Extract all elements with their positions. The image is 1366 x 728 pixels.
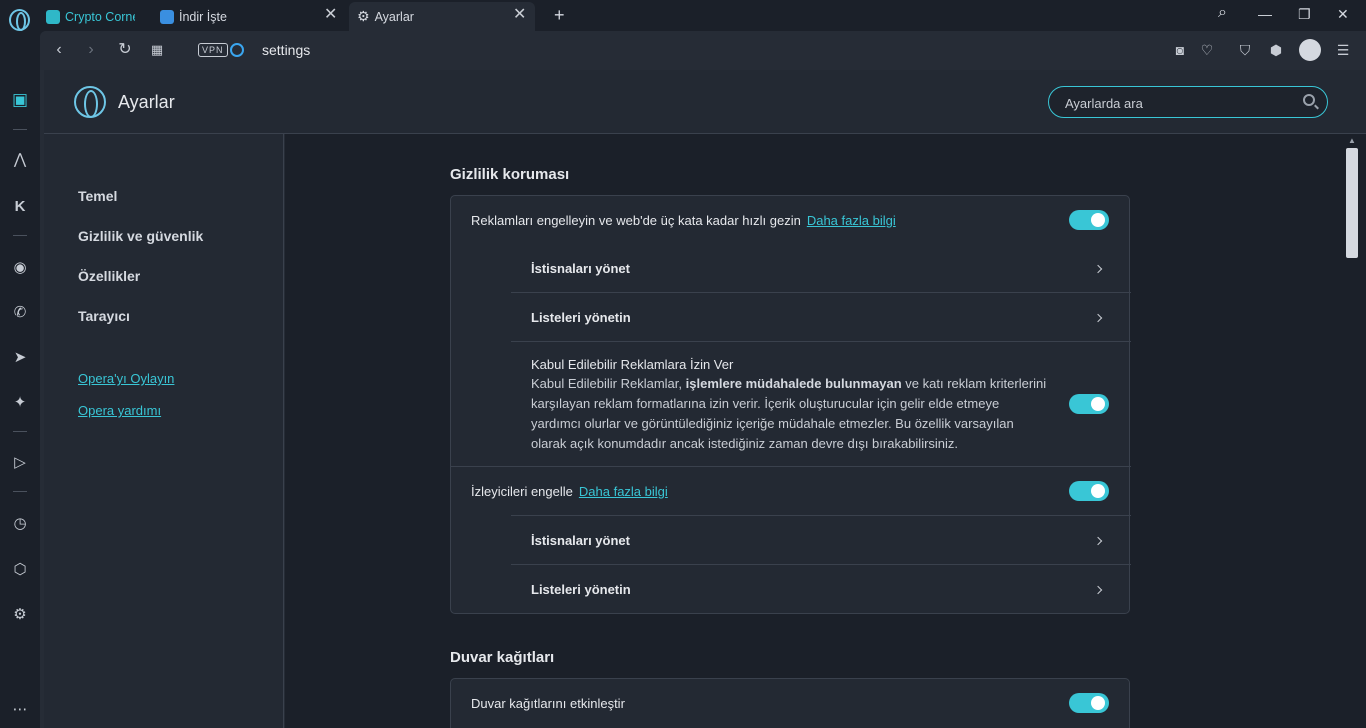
- vpn-badge[interactable]: VPN: [198, 43, 228, 57]
- chevron-right-icon[interactable]: [1093, 264, 1103, 274]
- browser-window: Crypto Corne İndir İşte ✕ ⚙ Ayarlar ✕ + …: [0, 0, 1366, 728]
- adblock-shield-icon[interactable]: ⛉: [1236, 41, 1254, 59]
- adblock-label: Reklamları engelleyin ve web'de üç kata …: [471, 213, 801, 228]
- forward-icon[interactable]: ›: [82, 41, 100, 59]
- tab-label: İndir İşte: [179, 9, 227, 24]
- tab-ayarlar[interactable]: ⚙ Ayarlar: [349, 2, 535, 31]
- page-title: Ayarlar: [118, 92, 175, 112]
- chevron-right-icon[interactable]: [1093, 313, 1103, 323]
- kucoin-icon[interactable]: K: [10, 196, 30, 216]
- tab-label: Ayarlar: [374, 9, 414, 24]
- acceptable-ads-toggle[interactable]: [1069, 394, 1109, 414]
- nav-item-features[interactable]: Özellikler: [78, 268, 140, 284]
- chevron-right-icon[interactable]: [1093, 536, 1103, 546]
- scrollbar[interactable]: ▲: [1343, 134, 1366, 728]
- tab-grid-icon[interactable]: ▦: [148, 41, 166, 59]
- privacy-card: Reklamları engelleyin ve web'de üç kata …: [450, 195, 1131, 614]
- indir-iste-favicon-icon: [160, 9, 174, 24]
- more-icon[interactable]: ⋯: [10, 699, 30, 719]
- adblock-lists-label[interactable]: Listeleri yönetin: [531, 310, 631, 325]
- rate-opera-link[interactable]: Opera'yı Oylayın: [78, 371, 174, 386]
- acceptable-ads-description: Kabul Edilebilir Reklamlar, işlemlere mü…: [531, 376, 1047, 451]
- adblock-exceptions-label[interactable]: İstisnaları yönet: [531, 261, 630, 276]
- nav-item-privacy[interactable]: Gizlilik ve güvenlik: [78, 228, 203, 244]
- settings-icon[interactable]: ⚙: [10, 604, 30, 624]
- settings-header: Ayarlar: [44, 70, 1366, 134]
- new-tab-icon[interactable]: +: [554, 5, 565, 26]
- section-title-privacy: Gizlilik koruması: [450, 166, 570, 183]
- nav-item-basic[interactable]: Temel: [78, 188, 117, 204]
- cube-icon[interactable]: ⬢: [1267, 41, 1285, 59]
- close-tab-icon[interactable]: ✕: [324, 7, 337, 23]
- close-window-icon[interactable]: ✕: [1337, 6, 1349, 23]
- address-bar: ‹ › ↻ ▦ VPN settings ◙ ♡ ⛉ ⬢ ☰: [40, 31, 1366, 70]
- twitter-icon[interactable]: ✦: [10, 392, 30, 412]
- wallpapers-enable-label: Duvar kağıtlarını etkinleştir: [471, 696, 625, 711]
- trackers-learn-more-link[interactable]: Daha fazla bilgi: [579, 484, 668, 499]
- whatsapp-icon[interactable]: ✆: [10, 302, 30, 322]
- url-field[interactable]: settings: [262, 42, 310, 58]
- close-tab-icon[interactable]: ✕: [513, 7, 526, 23]
- opera-sidebar: ▣ ⋀ K ◉ ✆ ➤ ✦ ▷ ◷ ⬡ ⚙ ⋯: [0, 31, 40, 728]
- search-input[interactable]: [1065, 93, 1295, 113]
- chevron-right-icon[interactable]: [1093, 585, 1103, 595]
- scrollbar-thumb[interactable]: [1346, 148, 1358, 258]
- gear-icon: ⚙: [357, 8, 370, 24]
- history-icon[interactable]: ◷: [10, 513, 30, 533]
- nav-item-browser[interactable]: Tarayıcı: [78, 308, 130, 324]
- crypto-corner-favicon-icon: [46, 9, 60, 24]
- heart-icon[interactable]: ♡: [1198, 41, 1216, 59]
- player-icon[interactable]: ▷: [10, 452, 30, 472]
- content-area: ‹ › ↻ ▦ VPN settings ◙ ♡ ⛉ ⬢ ☰ Ayarlar T…: [40, 31, 1366, 728]
- adblock-learn-more-link[interactable]: Daha fazla bilgi: [807, 213, 896, 228]
- profile-avatar-icon[interactable]: [1299, 39, 1321, 61]
- settings-nav: Temel Gizlilik ve güvenlik Özellikler Ta…: [44, 134, 284, 728]
- settings-search[interactable]: [1048, 86, 1328, 118]
- opera-icon: [230, 43, 244, 57]
- discord-icon[interactable]: ◉: [10, 257, 30, 277]
- opera-help-link[interactable]: Opera yardımı: [78, 403, 161, 418]
- settings-main: Gizlilik koruması Reklamları engelleyin …: [285, 134, 1343, 728]
- aria-icon[interactable]: ⋀: [10, 149, 30, 169]
- adblock-row: Reklamları engelleyin ve web'de üç kata …: [471, 213, 896, 228]
- extensions-icon[interactable]: ⬡: [10, 559, 30, 579]
- tab-crypto-corner[interactable]: Crypto Corne: [46, 2, 156, 31]
- wallet-icon[interactable]: ▣: [10, 90, 30, 110]
- trackers-row: İzleyicileri engelle Daha fazla bilgi: [471, 484, 668, 499]
- camera-icon[interactable]: ◙: [1171, 41, 1189, 59]
- adblock-toggle[interactable]: [1069, 210, 1109, 230]
- trackers-label: İzleyicileri engelle: [471, 484, 573, 499]
- reload-icon[interactable]: ↻: [116, 41, 134, 59]
- section-title-wallpapers: Duvar kağıtları: [450, 649, 555, 666]
- telegram-icon[interactable]: ➤: [10, 347, 30, 367]
- opera-logo-icon: [74, 86, 106, 118]
- tab-label: Crypto Corne: [65, 9, 135, 24]
- tab-strip: Crypto Corne İndir İşte ✕ ⚙ Ayarlar ✕ + …: [0, 0, 1366, 31]
- opera-menu-icon[interactable]: [9, 9, 30, 31]
- trackers-toggle[interactable]: [1069, 481, 1109, 501]
- wallpapers-card: Duvar kağıtlarını etkinleştir: [450, 678, 1130, 728]
- scroll-up-icon[interactable]: ▲: [1348, 136, 1356, 145]
- back-icon[interactable]: ‹: [50, 41, 68, 59]
- easy-setup-icon[interactable]: ☰: [1334, 41, 1352, 59]
- search-icon: [1303, 94, 1315, 106]
- acceptable-ads-title: Kabul Edilebilir Reklamlara İzin Ver: [531, 357, 734, 372]
- trackers-exceptions-label[interactable]: İstisnaları yönet: [531, 533, 630, 548]
- restore-icon[interactable]: ❐: [1298, 6, 1311, 23]
- search-tabs-icon[interactable]: ⌕: [1218, 4, 1227, 22]
- minimize-icon[interactable]: —: [1258, 6, 1272, 22]
- trackers-lists-label[interactable]: Listeleri yönetin: [531, 582, 631, 597]
- tab-indir-iste[interactable]: İndir İşte: [160, 2, 346, 31]
- wallpapers-toggle[interactable]: [1069, 693, 1109, 713]
